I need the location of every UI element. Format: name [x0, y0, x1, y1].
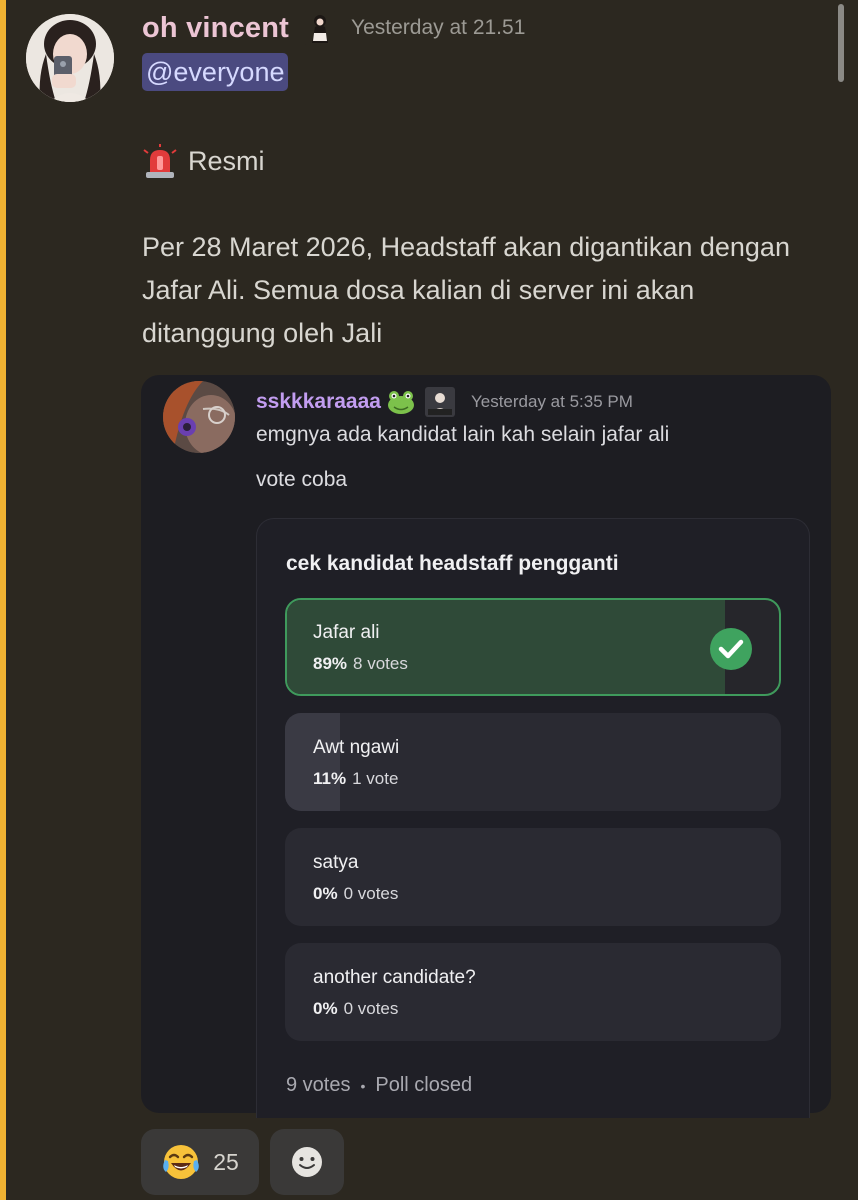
joy-icon	[161, 1142, 201, 1182]
message-line-resmi: Resmi	[142, 140, 832, 183]
message-paragraph: Per 28 Maret 2026, Headstaff akan digant…	[142, 232, 790, 348]
poll-option-label: another candidate?	[313, 967, 476, 988]
poll-option-label: satya	[313, 852, 359, 873]
poll-option-votes: 8 votes	[353, 654, 408, 673]
poll-footer: 9 votes • Poll closed	[286, 1074, 472, 1097]
poll-option-winner[interactable]: Jafar ali 89% 8 votes	[285, 598, 781, 696]
role-icon[interactable]	[303, 11, 338, 45]
poll-option-label: Awt ngawi	[313, 737, 400, 758]
rotating-light-icon	[142, 143, 178, 180]
mention-highlight-bar	[0, 0, 6, 1200]
poll-option-percent: 0%	[313, 999, 338, 1018]
forwarded-author-avatar[interactable]	[163, 381, 235, 453]
poll-option-fill	[287, 600, 725, 694]
forwarded-author-name[interactable]: sskkkaraaaa	[256, 390, 381, 414]
frog-icon	[387, 390, 415, 414]
scrollbar-thumb[interactable]	[838, 4, 844, 82]
poll-status: Poll closed	[375, 1074, 473, 1096]
everyone-mention[interactable]: @everyone	[142, 53, 289, 91]
poll-option[interactable]: another candidate? 0% 0 votes	[285, 943, 781, 1041]
poll-option-votes: 0 votes	[343, 884, 399, 903]
poll-total-votes[interactable]: 9 votes	[286, 1074, 350, 1097]
poll-option-percent: 11%	[313, 769, 347, 788]
add-reaction-button[interactable]	[270, 1129, 344, 1195]
poll-question: cek kandidat headstaff pengganti	[286, 552, 619, 575]
author-name[interactable]: oh vincent	[142, 12, 289, 45]
forwarded-text-line: vote coba	[256, 468, 348, 491]
poll-option-fill	[285, 713, 340, 811]
forwarded-timestamp[interactable]: Yesterday at 5:35 PM	[471, 392, 633, 412]
scrollbar[interactable]	[838, 0, 852, 1200]
forwarded-text-line: emgnya ada kandidat lain kah selain jafa…	[256, 423, 670, 446]
author-avatar[interactable]	[26, 14, 114, 102]
message-timestamp[interactable]: Yesterday at 21.51	[351, 16, 525, 40]
poll-option-votes: 0 votes	[343, 999, 399, 1018]
poll-footer-separator: •	[360, 1077, 366, 1094]
poll-option-label: Jafar ali	[313, 622, 380, 643]
poll-option-percent: 0%	[313, 884, 338, 903]
reaction-joy[interactable]: 25	[141, 1129, 259, 1195]
poll-option-percent: 89%	[313, 654, 348, 673]
role-badge-icon[interactable]	[424, 387, 455, 417]
check-circle-icon	[709, 627, 753, 671]
add-reaction-smile-icon	[287, 1142, 327, 1182]
message-text-resmi: Resmi	[188, 146, 265, 176]
reaction-count: 25	[213, 1148, 239, 1175]
poll-option[interactable]: Awt ngawi 11% 1 vote	[285, 713, 781, 811]
poll-option[interactable]: satya 0% 0 votes	[285, 828, 781, 926]
poll-option-votes: 1 vote	[352, 769, 399, 788]
